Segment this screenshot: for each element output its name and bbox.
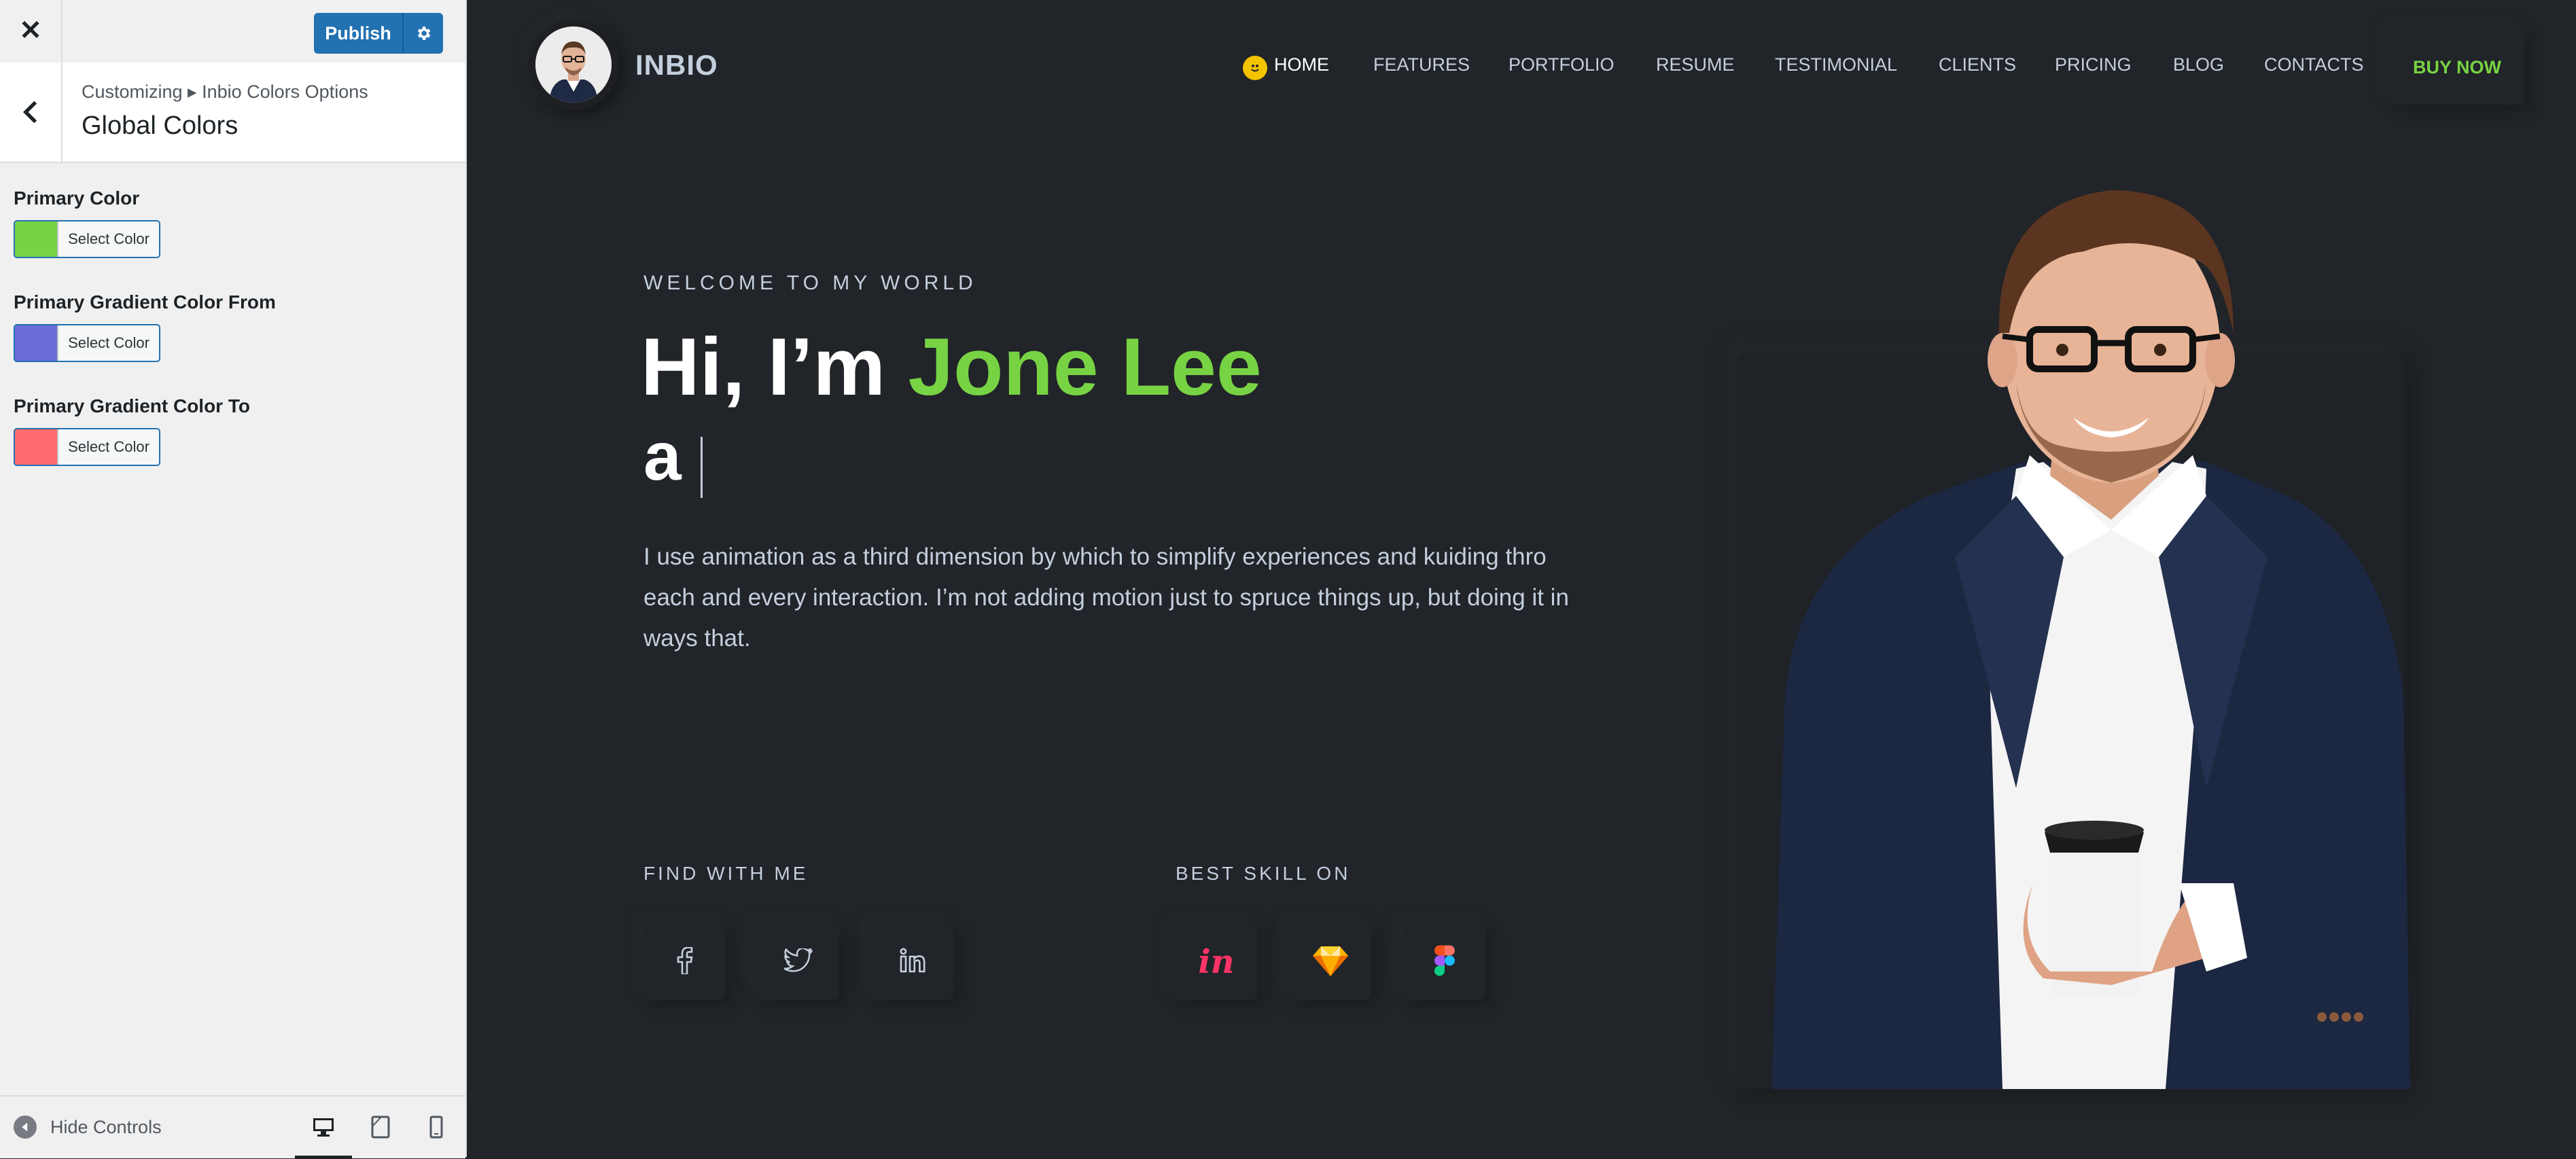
color-swatch[interactable] [15, 429, 58, 465]
twitter-button[interactable] [758, 924, 839, 1000]
home-icon [1243, 56, 1267, 80]
desktop-preview-icon[interactable] [295, 1110, 352, 1159]
hero-description: I use animation as a third dimension by … [643, 543, 1569, 652]
invision-button[interactable]: in [1176, 924, 1257, 1000]
select-color-label[interactable]: Select Color [58, 429, 159, 465]
select-color-button[interactable]: Select Color [14, 324, 160, 362]
hero-name: Jone Lee [908, 321, 1262, 412]
primary-color-control: Primary Color Select Color [14, 188, 160, 258]
portrait-photo [1731, 177, 2410, 1089]
tablet-preview-icon[interactable] [360, 1110, 401, 1144]
best-skill-heading: BEST SKILL ON [1176, 863, 1351, 884]
breadcrumb: Customizing ▸ Inbio Colors Options [82, 82, 368, 102]
hide-controls-button[interactable]: Hide Controls [14, 1116, 162, 1139]
select-color-label[interactable]: Select Color [58, 325, 159, 361]
hide-controls-label[interactable]: Hide Controls [50, 1117, 162, 1138]
control-label: Primary Gradient Color To [14, 395, 250, 416]
back-chevron-icon[interactable] [0, 63, 63, 162]
section-title: Global Colors [82, 111, 239, 140]
typed-text: a [643, 418, 682, 495]
facebook-button[interactable] [643, 924, 725, 1000]
nav-features[interactable]: FEATURES [1373, 54, 1470, 75]
nav-testimonial[interactable]: TESTIMONIAL [1775, 54, 1897, 75]
twitter-icon [783, 946, 814, 976]
collapse-icon[interactable] [14, 1116, 37, 1139]
customizer-footer: Hide Controls [0, 1095, 465, 1159]
linkedin-icon [899, 947, 926, 978]
nav-portfolio[interactable]: PORTFOLIO [1508, 54, 1615, 75]
linkedin-button[interactable] [872, 924, 953, 1000]
gear-icon[interactable] [404, 13, 443, 54]
customizer-panel: ✕ Publish Customizing ▸ Inbio Colors Opt… [0, 0, 467, 1159]
select-color-label[interactable]: Select Color [58, 221, 159, 257]
color-swatch[interactable] [15, 221, 58, 257]
hero-greeting: Hi, I’m [641, 321, 908, 412]
gradient-from-control: Primary Gradient Color From Select Color [14, 291, 276, 362]
logo-avatar[interactable] [528, 19, 619, 110]
section-header: Customizing ▸ Inbio Colors Options Globa… [0, 63, 465, 163]
avatar-image [535, 26, 612, 103]
site-brand[interactable]: INBIO [635, 49, 718, 82]
select-color-button[interactable]: Select Color [14, 220, 160, 258]
invision-icon: in [1198, 943, 1235, 981]
control-label: Primary Gradient Color From [14, 291, 276, 313]
sketch-button[interactable] [1290, 924, 1371, 1000]
hero-title: Hi, I’m Jone Lee [641, 319, 1262, 414]
gradient-to-control: Primary Gradient Color To Select Color [14, 395, 250, 466]
facebook-icon [675, 946, 693, 978]
buy-now-button[interactable]: BUY NOW [2390, 30, 2524, 105]
nav-pricing[interactable]: PRICING [2055, 54, 2132, 75]
nav-blog[interactable]: BLOG [2173, 54, 2224, 75]
sketch-icon [1313, 945, 1348, 980]
color-swatch[interactable] [15, 325, 58, 361]
mobile-preview-icon[interactable] [416, 1110, 457, 1144]
customizer-header: ✕ Publish [0, 0, 465, 64]
welcome-text: WELCOME TO MY WORLD [643, 272, 977, 294]
typing-caret [701, 437, 703, 498]
publish-button[interactable]: Publish [314, 13, 443, 54]
select-color-button[interactable]: Select Color [14, 428, 160, 466]
figma-icon [1434, 945, 1455, 980]
find-with-me-heading: FIND WITH ME [643, 863, 809, 884]
nav-clients[interactable]: CLIENTS [1939, 54, 2016, 75]
figma-button[interactable] [1404, 924, 1485, 1000]
control-label: Primary Color [14, 188, 140, 209]
publish-label[interactable]: Publish [314, 13, 404, 54]
nav-contacts[interactable]: CONTACTS [2264, 54, 2364, 75]
close-icon[interactable]: ✕ [0, 0, 63, 61]
site-preview: INBIO HOME FEATURES PORTFOLIO RESUME TES… [467, 0, 2576, 1157]
nav-home[interactable]: HOME [1274, 54, 1329, 75]
nav-resume[interactable]: RESUME [1656, 54, 1735, 75]
